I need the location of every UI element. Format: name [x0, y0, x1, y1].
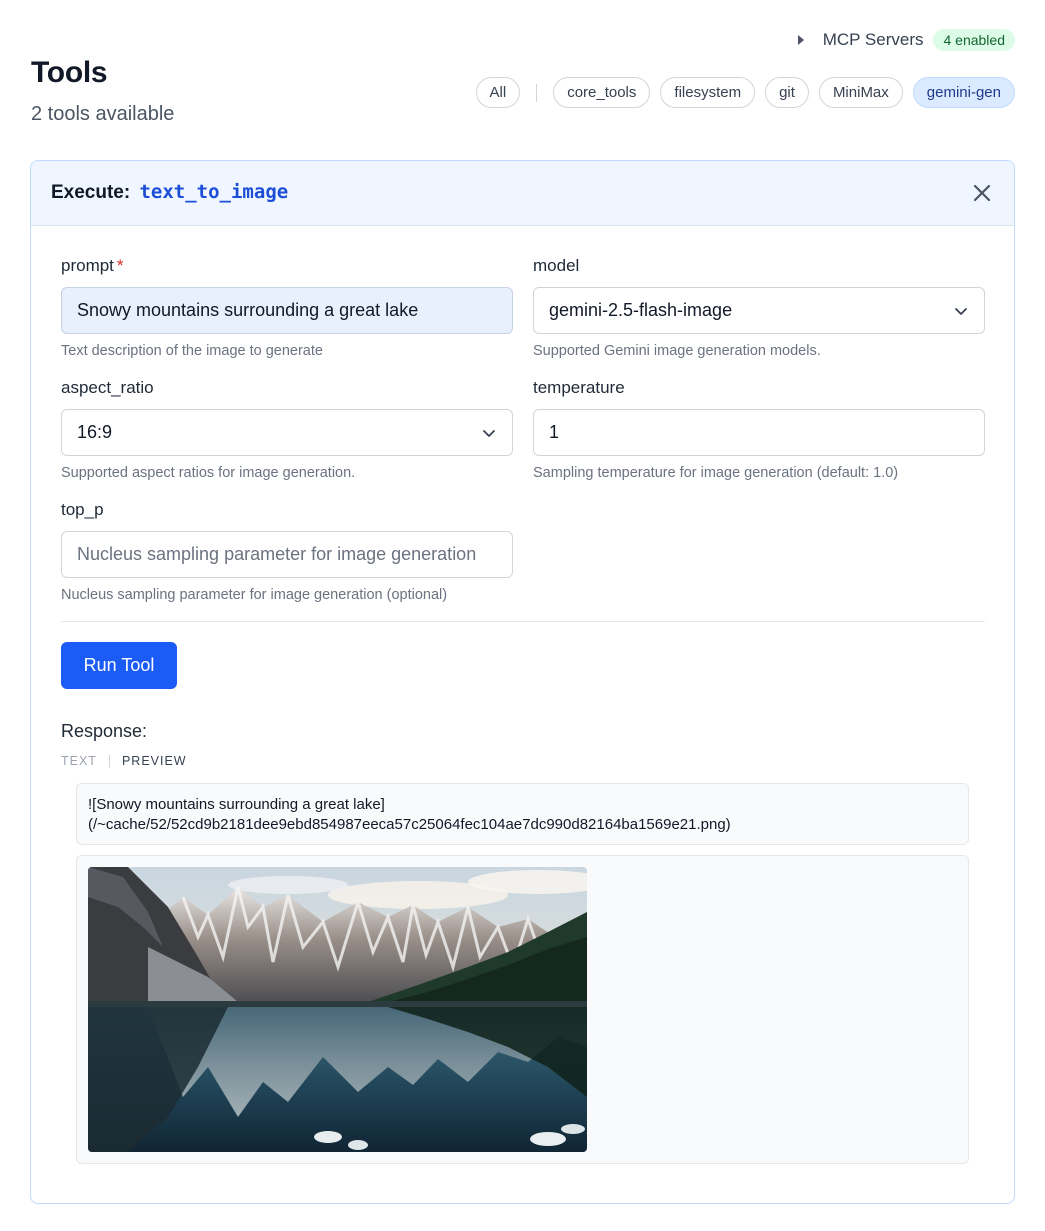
prompt-label-text: prompt	[61, 256, 114, 275]
top-p-field: top_p Nucleus sampling parameter for ima…	[61, 500, 513, 603]
temperature-help: Sampling temperature for image generatio…	[533, 465, 899, 481]
server-filter-chips: All core_tools filesystem git MiniMax ge…	[475, 77, 1015, 108]
prompt-input-value: Snowy mountains surrounding a great lake	[77, 300, 419, 320]
form-divider	[61, 621, 985, 622]
filter-chip-git[interactable]: git	[765, 77, 809, 108]
top-p-help: Nucleus sampling parameter for image gen…	[61, 587, 448, 603]
tab-preview[interactable]: PREVIEW	[122, 754, 187, 768]
required-mark: *	[116, 256, 124, 275]
response-text-line: ![Snowy mountains surrounding a great la…	[88, 796, 385, 813]
close-icon	[973, 184, 991, 202]
model-label: model	[533, 256, 580, 275]
model-help: Supported Gemini image generation models…	[533, 343, 821, 359]
filter-chip-gemini-gen[interactable]: gemini-gen	[912, 77, 1015, 108]
prompt-label: prompt *	[61, 256, 513, 278]
prompt-field: prompt * Snowy mountains surrounding a gr…	[61, 256, 513, 359]
response-text-line: (/~cache/52/52cd9b2181dee9ebd854987eeca5…	[88, 816, 731, 833]
filter-chip-minimax[interactable]: MiniMax	[818, 77, 903, 108]
page-header: Tools 2 tools available MCP Servers 4 en…	[0, 0, 1045, 160]
aspect-ratio-help: Supported aspect ratios for image genera…	[61, 465, 356, 481]
caret-right-icon	[795, 34, 807, 46]
filter-chip-all[interactable]: All	[475, 77, 521, 108]
aspect-ratio-label: aspect_ratio	[61, 378, 154, 397]
temperature-label: temperature	[533, 378, 625, 397]
aspect-ratio-value: 16:9	[77, 422, 113, 442]
generated-image	[88, 867, 587, 1152]
response-text: ![Snowy mountains surrounding a great la…	[76, 783, 969, 845]
model-field: model gemini-2.5-flash-image Supported G…	[533, 256, 985, 359]
enabled-count-badge: 4 enabled	[933, 29, 1015, 51]
top-p-label: top_p	[61, 500, 104, 519]
execute-tool-panel: Execute: text_to_image prompt * Snowy mou…	[30, 160, 1015, 1204]
page-title: Tools	[31, 56, 108, 89]
filter-divider	[536, 83, 538, 102]
filter-chip-filesystem[interactable]: filesystem	[660, 77, 756, 108]
close-button[interactable]	[972, 183, 992, 203]
chevron-down-icon	[953, 303, 969, 319]
execute-panel-header: Execute: text_to_image	[31, 161, 1014, 226]
response-preview	[76, 855, 969, 1164]
temperature-field: temperature 1 Sampling temperature for i…	[533, 378, 985, 481]
prompt-help: Text description of the image to generat…	[61, 343, 323, 359]
tab-separator	[108, 754, 110, 768]
mcp-servers-label: MCP Servers	[822, 30, 924, 49]
model-select-value: gemini-2.5-flash-image	[549, 300, 733, 320]
aspect-ratio-field: aspect_ratio 16:9 Supported aspect ratio…	[61, 378, 513, 481]
temperature-input[interactable]: 1	[533, 409, 985, 456]
aspect-ratio-select[interactable]: 16:9	[61, 409, 513, 456]
execute-tool-name: text_to_image	[139, 181, 289, 203]
response-label: Response:	[61, 721, 148, 741]
temperature-value: 1	[549, 422, 560, 442]
top-p-input[interactable]: Nucleus sampling parameter for image gen…	[61, 531, 513, 578]
prompt-input[interactable]: Snowy mountains surrounding a great lake	[61, 287, 513, 334]
model-select[interactable]: gemini-2.5-flash-image	[533, 287, 985, 334]
execute-prefix: Execute:	[51, 182, 131, 203]
top-p-placeholder: Nucleus sampling parameter for image gen…	[77, 544, 477, 564]
mcp-servers-toggle[interactable]: MCP Servers 4 enabled	[795, 29, 1015, 51]
filter-chip-core-tools[interactable]: core_tools	[553, 77, 651, 108]
tools-count: 2 tools available	[31, 103, 175, 125]
tab-text[interactable]: TEXT	[61, 754, 97, 768]
chevron-down-icon	[481, 425, 497, 441]
execute-title: Execute: text_to_image	[51, 181, 288, 204]
response-view-tabs: TEXT PREVIEW	[61, 754, 187, 768]
run-tool-button[interactable]: Run Tool	[61, 642, 177, 689]
